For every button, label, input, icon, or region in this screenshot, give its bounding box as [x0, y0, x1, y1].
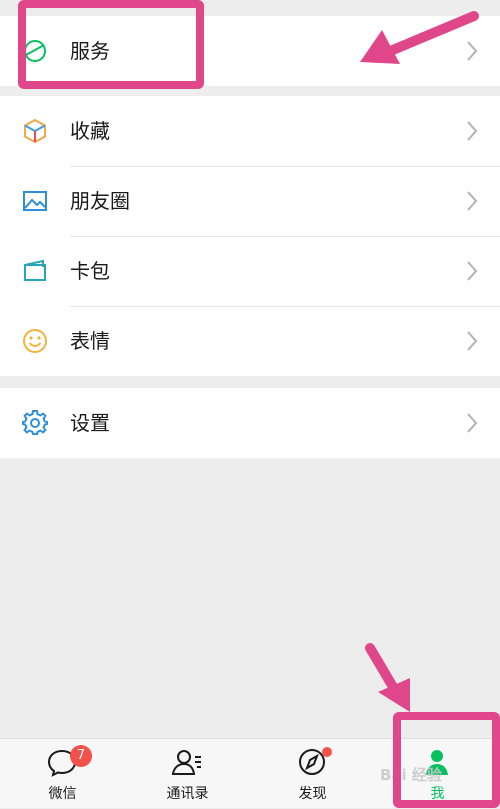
menu-item-favorites[interactable]: 收藏 — [0, 96, 500, 166]
menu-item-moments-label: 朋友圈 — [70, 189, 130, 213]
tab-discover-label: 发现 — [298, 786, 327, 802]
gear-icon — [22, 410, 48, 435]
new-content-dot — [322, 747, 332, 757]
card-wallet-icon — [24, 259, 46, 281]
highlight-box-service — [18, 0, 204, 89]
menu-item-settings-label: 设置 — [70, 411, 110, 435]
chevron-right-icon — [467, 191, 478, 211]
tab-discover[interactable]: 发现 — [250, 739, 375, 809]
menu-item-card-wallet-label: 卡包 — [70, 259, 110, 283]
menu-item-settings[interactable]: 设置 — [0, 388, 500, 458]
tab-contacts-label: 通讯录 — [166, 786, 209, 802]
menu-item-stickers[interactable]: 表情 — [0, 306, 500, 376]
moments-picture-icon — [23, 191, 47, 211]
unread-badge: 7 — [70, 745, 92, 767]
chevron-right-icon — [467, 261, 478, 281]
tab-chats[interactable]: 7 微信 — [0, 739, 125, 809]
contacts-icon — [171, 750, 201, 775]
favorites-cube-icon — [24, 118, 46, 144]
menu-item-stickers-label: 表情 — [70, 329, 110, 353]
arrow-annotation-icon — [360, 11, 479, 64]
menu-item-card-wallet[interactable]: 卡包 — [0, 236, 500, 306]
menu-item-favorites-label: 收藏 — [70, 119, 110, 143]
menu-item-moments[interactable]: 朋友圈 — [0, 166, 500, 236]
tab-contacts[interactable]: 通讯录 — [125, 739, 250, 809]
settings-group: 设置 — [0, 388, 500, 458]
arrow-annotation-icon — [365, 643, 410, 712]
sticker-smile-icon — [23, 329, 47, 353]
chevron-right-icon — [467, 331, 478, 351]
highlight-box-me-tab — [393, 712, 500, 808]
tab-chats-label: 微信 — [48, 786, 77, 802]
features-group: 收藏 朋友圈 卡包 表情 — [0, 96, 500, 376]
chevron-right-icon — [467, 121, 478, 141]
chevron-right-icon — [467, 413, 478, 433]
